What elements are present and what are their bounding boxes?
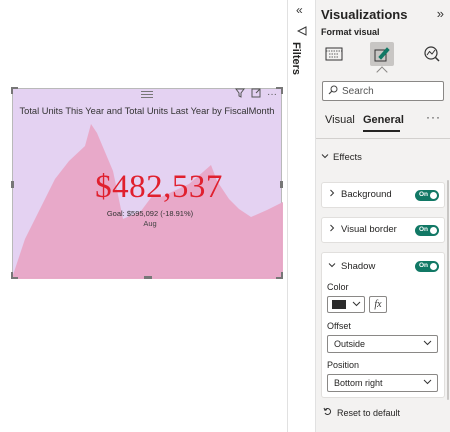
active-tab-underline [363, 130, 400, 132]
kpi-visual[interactable]: ··· Total Units This Year and Total Unit… [11, 87, 283, 279]
drag-grip-icon[interactable] [141, 91, 153, 98]
tab-visual[interactable]: Visual [325, 114, 355, 126]
offset-value: Outside [334, 339, 366, 349]
search-box[interactable] [322, 81, 444, 101]
visual-border-card-header[interactable]: Visual border [328, 224, 397, 235]
selected-tab-pointer [376, 66, 388, 78]
position-value: Bottom right [334, 378, 383, 388]
chevron-right-icon [328, 189, 336, 200]
shadow-color-picker[interactable] [327, 296, 365, 313]
kpi-value: $482,537 [95, 169, 223, 205]
conditional-formatting-button[interactable]: fx [369, 296, 387, 313]
search-input[interactable] [342, 85, 432, 97]
pane-subtitle: Format visual [321, 27, 380, 37]
double-chevron-right-icon[interactable]: » [437, 6, 444, 21]
tab-general[interactable]: General [363, 114, 404, 126]
pane-title: Visualizations [321, 7, 408, 22]
toggle-label: On [419, 262, 429, 269]
background-card[interactable]: Background On [321, 182, 445, 208]
reset-to-default-button[interactable]: Reset to default [323, 407, 400, 418]
visual-border-toggle[interactable]: On [415, 225, 439, 236]
background-label: Background [341, 189, 392, 200]
pane-divider [316, 138, 450, 139]
resize-handle-top-right[interactable] [276, 87, 283, 94]
build-visual-icon[interactable] [322, 42, 346, 66]
effects-section-label: Effects [333, 152, 362, 163]
double-chevron-left-icon[interactable]: « [296, 3, 303, 17]
offset-label: Offset [327, 321, 351, 331]
shadow-toggle[interactable]: On [415, 261, 439, 272]
visual-header: ··· [13, 88, 281, 103]
background-toggle[interactable]: On [415, 190, 439, 201]
shadow-card-header[interactable]: Shadow [328, 261, 375, 272]
chevron-down-icon [321, 152, 329, 163]
toggle-knob [430, 263, 437, 270]
format-visual-icon[interactable] [370, 42, 394, 66]
background-card-header[interactable]: Background [328, 189, 392, 200]
toggle-label: On [419, 191, 429, 198]
effects-section-header[interactable]: Effects [321, 152, 362, 163]
toggle-knob [430, 192, 437, 199]
send-icon[interactable] [296, 25, 307, 39]
visual-header-icons: ··· [235, 88, 277, 102]
resize-handle-left[interactable] [11, 181, 14, 188]
resize-handle-bottom-left[interactable] [11, 272, 18, 279]
search-icon [328, 82, 338, 100]
visual-border-card[interactable]: Visual border On [321, 217, 445, 243]
kpi-goal: Goal: $595,092 (-18.91%) [106, 209, 194, 218]
filters-label[interactable]: Filters [290, 42, 302, 75]
resize-handle-right[interactable] [280, 181, 283, 188]
toggle-label: On [419, 226, 429, 233]
focus-mode-icon[interactable] [251, 88, 261, 102]
chevron-down-icon [423, 377, 432, 388]
chevron-down-icon [423, 338, 432, 349]
position-label: Position [327, 360, 360, 370]
resize-handle-bottom[interactable] [144, 276, 152, 279]
shadow-color-label: Color [327, 282, 349, 292]
chevron-down-icon [352, 299, 361, 310]
powerbi-workspace: ··· Total Units This Year and Total Unit… [0, 0, 450, 432]
chevron-down-icon [328, 261, 336, 272]
visual-title: Total Units This Year and Total Units La… [19, 106, 275, 116]
pane-scrollbar[interactable] [447, 180, 449, 400]
resize-handle-bottom-right[interactable] [276, 272, 283, 279]
chevron-right-icon [328, 224, 336, 235]
analytics-icon[interactable] [420, 42, 444, 66]
shadow-label: Shadow [341, 261, 376, 272]
filter-icon[interactable] [235, 88, 245, 102]
more-options-icon[interactable]: ··· [426, 110, 441, 124]
position-dropdown[interactable]: Bottom right [327, 374, 438, 392]
toggle-knob [430, 227, 437, 234]
filters-strip: « Filters [287, 0, 316, 432]
visual-border-label: Visual border [341, 224, 397, 235]
resize-handle-top-left[interactable] [11, 87, 18, 94]
kpi-axis-label: Aug [143, 219, 157, 228]
visualizations-pane: Visualizations » Format visual Visual Ge… [316, 0, 450, 432]
color-swatch [332, 300, 346, 309]
offset-dropdown[interactable]: Outside [327, 335, 438, 353]
reset-label: Reset to default [337, 407, 401, 418]
reset-icon [323, 407, 332, 418]
